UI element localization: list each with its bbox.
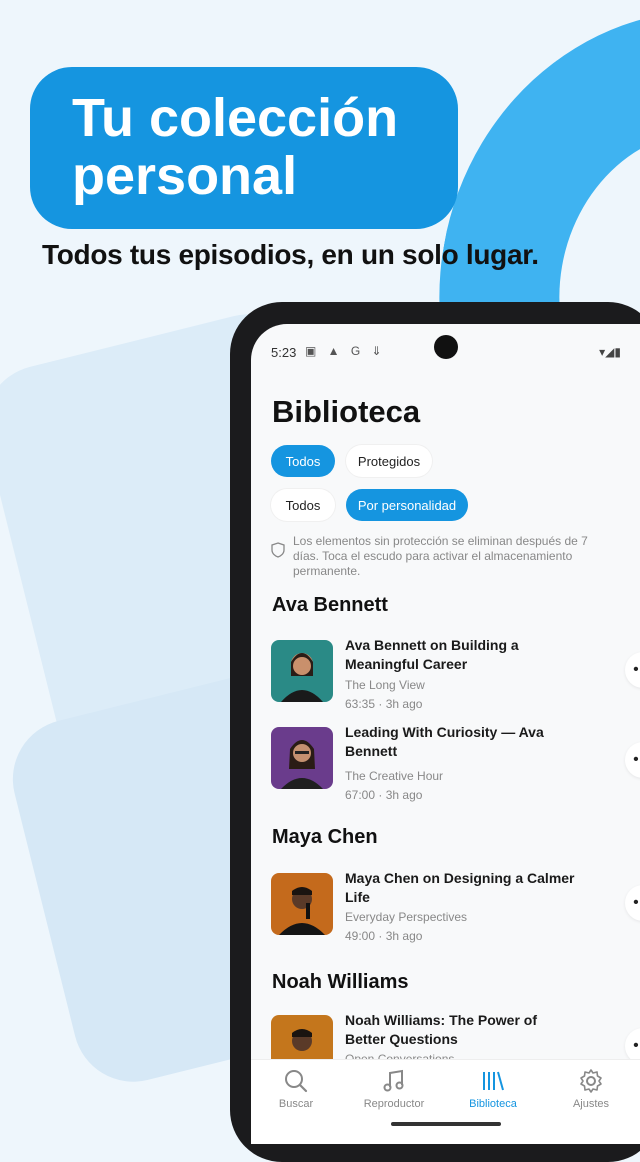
tab-reproductor[interactable]: Reproductor bbox=[349, 1068, 439, 1110]
status-signal-battery-icons: ▾◢▮ bbox=[599, 345, 621, 359]
group-heading: Ava Bennett bbox=[272, 594, 388, 616]
meta-separator: · bbox=[378, 929, 383, 943]
camera-cutout bbox=[434, 335, 458, 359]
tab-label: Biblioteca bbox=[469, 1098, 517, 1110]
notice-text: Los elementos sin protección se eliminan… bbox=[293, 534, 588, 578]
episode-meta: 49:00 · 3h ago bbox=[345, 929, 422, 943]
filter-chip-protegidos[interactable]: Protegidos bbox=[346, 445, 432, 477]
filter-chip-por-personalidad[interactable]: Por personalidad bbox=[346, 489, 468, 521]
music-note-icon bbox=[383, 1069, 404, 1092]
status-notification-icons: ▣ ▲ G ⇓ bbox=[305, 344, 386, 358]
list-item[interactable]: Leading With Curiosity — Ava Bennett The… bbox=[271, 724, 640, 802]
episode-duration: 63:35 bbox=[345, 697, 376, 711]
tab-buscar[interactable]: Buscar bbox=[251, 1068, 341, 1110]
bottom-tab-bar: Buscar Reproductor Biblioteca Ajustes bbox=[251, 1059, 640, 1144]
home-indicator bbox=[391, 1122, 501, 1126]
episode-title: Noah Williams: The Power of Better Quest… bbox=[345, 1012, 538, 1047]
episode-age: 3h ago bbox=[385, 929, 423, 943]
headline-line2: personal bbox=[72, 146, 298, 206]
list-item[interactable]: Ava Bennett on Building a Meaningful Car… bbox=[271, 637, 640, 711]
tab-label: Ajustes bbox=[572, 1098, 610, 1110]
episode-meta: 67:00 · 3h ago bbox=[345, 788, 422, 802]
tab-label: Reproductor bbox=[363, 1098, 425, 1110]
headline-line1: Tu colección bbox=[72, 88, 399, 148]
page-title: Biblioteca bbox=[272, 394, 421, 429]
promo-subhead: Todos tus episodios, en un solo lugar. bbox=[42, 239, 539, 270]
group-heading: Maya Chen bbox=[272, 826, 378, 848]
group-heading: Noah Williams bbox=[272, 971, 409, 993]
meta-separator: · bbox=[378, 697, 383, 711]
tab-ajustes[interactable]: Ajustes bbox=[546, 1068, 636, 1110]
list-item[interactable]: Maya Chen on Designing a Calmer Life Eve… bbox=[271, 870, 640, 943]
episode-age: 3h ago bbox=[385, 788, 423, 802]
episode-title: Leading With Curiosity — Ava Bennett bbox=[345, 724, 544, 759]
episode-show: The Long View bbox=[345, 678, 425, 692]
gear-icon bbox=[580, 1069, 602, 1093]
meta-separator: · bbox=[378, 788, 383, 802]
episode-title: Ava Bennett on Building a Meaningful Car… bbox=[345, 637, 519, 672]
episode-title: Maya Chen on Designing a Calmer Life bbox=[345, 870, 575, 905]
more-options-button[interactable]: ••• bbox=[625, 885, 640, 921]
library-icon bbox=[483, 1071, 504, 1091]
status-time: 5:23 bbox=[271, 345, 297, 360]
episode-duration: 49:00 bbox=[345, 929, 376, 943]
filter-chip-todos-secondary[interactable]: Todos bbox=[271, 489, 335, 521]
shield-icon[interactable] bbox=[271, 542, 285, 558]
episode-age: 3h ago bbox=[385, 697, 423, 711]
phone-screen: 5:23 ▣ ▲ G ⇓ ▾◢▮ Biblioteca Todos Proteg… bbox=[251, 324, 640, 1144]
more-options-button[interactable]: ••• bbox=[625, 652, 640, 688]
filter-chip-todos[interactable]: Todos bbox=[271, 445, 335, 477]
episode-thumbnail bbox=[271, 873, 333, 935]
episode-thumbnail bbox=[271, 640, 333, 702]
episode-show: Everyday Perspectives bbox=[345, 910, 468, 924]
promo-headline: Tu colección personal bbox=[30, 67, 458, 229]
episode-meta: 63:35 · 3h ago bbox=[345, 697, 422, 711]
episode-duration: 67:00 bbox=[345, 788, 376, 802]
tab-biblioteca[interactable]: Biblioteca bbox=[448, 1068, 538, 1110]
more-options-button[interactable]: ••• bbox=[625, 742, 640, 778]
episode-thumbnail bbox=[271, 727, 333, 789]
tab-label: Buscar bbox=[278, 1098, 314, 1110]
search-icon bbox=[285, 1070, 308, 1093]
episode-show: The Creative Hour bbox=[345, 769, 444, 783]
